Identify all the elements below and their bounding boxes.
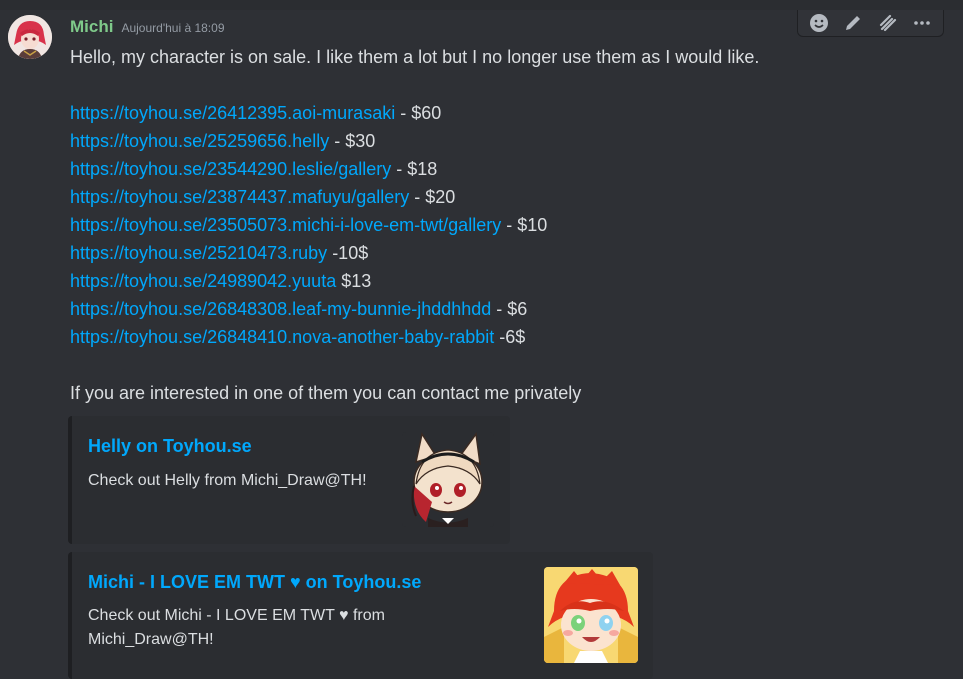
message-content: Hello, my character is on sale. I like t… (70, 43, 950, 407)
message-toolbar (797, 10, 944, 37)
apps-icon[interactable] (875, 12, 901, 34)
listing-row: https://toyhou.se/26848410.nova-another-… (70, 323, 950, 351)
listing-row: https://toyhou.se/23874437.mafuyu/galler… (70, 183, 950, 211)
embed-thumbnail[interactable] (402, 432, 494, 527)
price-text: - $10 (501, 215, 548, 235)
toyhouse-link[interactable]: https://toyhou.se/23505073.michi-i-love-… (70, 215, 501, 235)
toyhouse-link[interactable]: https://toyhou.se/23874437.mafuyu/galler… (70, 187, 409, 207)
price-text: - $20 (409, 187, 456, 207)
username[interactable]: Michi (70, 17, 113, 37)
link-embed: Helly on Toyhou.se Check out Helly from … (68, 416, 510, 544)
message-header: Michi Aujourd'hui à 18:09 (70, 17, 225, 37)
embed-description: Check out Helly from Michi_Draw@TH! (88, 472, 367, 489)
link-embed: Michi - I LOVE EM TWT ♥ on Toyhou.se Che… (68, 552, 653, 679)
toyhouse-link[interactable]: https://toyhou.se/23544290.leslie/galler… (70, 159, 391, 179)
listing-row: https://toyhou.se/25210473.ruby -10$ (70, 239, 950, 267)
price-text: - $6 (491, 299, 528, 319)
price-text: - $30 (329, 131, 376, 151)
embed-title[interactable]: Michi - I LOVE EM TWT ♥ on Toyhou.se (88, 572, 421, 593)
listing-row: https://toyhou.se/25259656.helly - $30 (70, 127, 950, 155)
price-text: -10$ (327, 243, 369, 263)
embed-description: Check out Michi - I LOVE EM TWT ♥ from M… (88, 607, 385, 648)
toyhouse-link[interactable]: https://toyhou.se/26848410.nova-another-… (70, 327, 494, 347)
price-text: - $18 (391, 159, 438, 179)
chat-message: Michi Aujourd'hui à 18:09 Hello, my char… (0, 10, 963, 679)
listing-row: https://toyhou.se/26848308.leaf-my-bunni… (70, 295, 950, 323)
avatar[interactable] (8, 15, 52, 59)
toyhouse-link[interactable]: https://toyhou.se/25210473.ruby (70, 243, 327, 263)
intro-text: Hello, my character is on sale. I like t… (70, 47, 760, 67)
edit-icon[interactable] (840, 12, 866, 34)
toyhouse-link[interactable]: https://toyhou.se/24989042.yuuta (70, 271, 336, 291)
add-reaction-icon[interactable] (806, 12, 832, 34)
timestamp[interactable]: Aujourd'hui à 18:09 (121, 21, 224, 35)
toyhouse-link[interactable]: https://toyhou.se/25259656.helly (70, 131, 329, 151)
toyhouse-link[interactable]: https://toyhou.se/26848308.leaf-my-bunni… (70, 299, 491, 319)
top-strip (0, 0, 963, 10)
embed-title[interactable]: Helly on Toyhou.se (88, 436, 252, 457)
price-text: - $60 (395, 103, 442, 123)
more-icon[interactable] (909, 12, 935, 34)
toyhouse-link[interactable]: https://toyhou.se/26412395.aoi-murasaki (70, 103, 395, 123)
outro-text: If you are interested in one of them you… (70, 383, 582, 403)
listing-row: https://toyhou.se/23505073.michi-i-love-… (70, 211, 950, 239)
listing-row: https://toyhou.se/23544290.leslie/galler… (70, 155, 950, 183)
price-text: $13 (336, 271, 372, 291)
listing-row: https://toyhou.se/26412395.aoi-murasaki … (70, 99, 950, 127)
embed-thumbnail[interactable] (544, 567, 638, 663)
listing-row: https://toyhou.se/24989042.yuuta $13 (70, 267, 950, 295)
price-text: -6$ (494, 327, 526, 347)
